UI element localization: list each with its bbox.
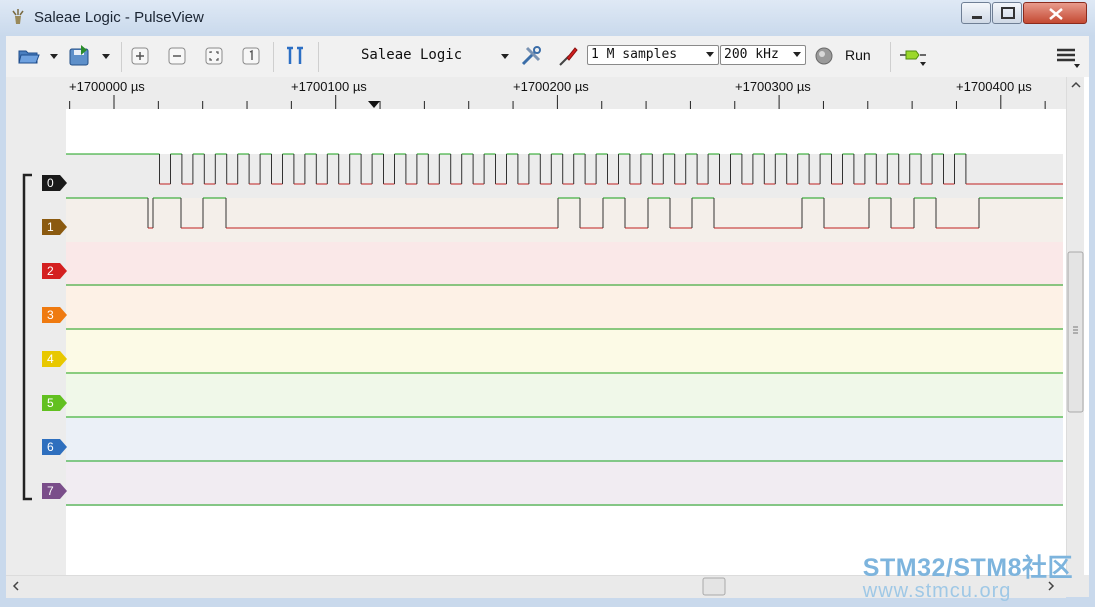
ruler-ticks: [69, 95, 1046, 109]
watermark-line-1: STM32/STM8社区: [862, 554, 1073, 582]
channel-badge-0[interactable]: 0: [42, 175, 68, 191]
toolbar-separator: [318, 42, 319, 72]
zoom-in-icon[interactable]: [128, 44, 152, 68]
chevron-down-icon: [706, 52, 714, 57]
cursor-icon[interactable]: [282, 44, 308, 68]
time-ruler[interactable]: +1700000 µs +1700100 µs +1700200 µs +170…: [6, 77, 1066, 109]
channel-label: 4: [47, 352, 54, 366]
close-button[interactable]: [1023, 2, 1087, 24]
add-decoder-icon[interactable]: [898, 44, 928, 68]
zoom-fit-icon[interactable]: [202, 44, 226, 68]
probe-icon[interactable]: [556, 44, 580, 68]
channel-label: 3: [47, 308, 54, 322]
channel-label: 0: [47, 176, 54, 190]
trigger-marker-icon: [368, 101, 380, 108]
maximize-button[interactable]: [992, 2, 1022, 24]
channel-group-bracket: [22, 173, 32, 501]
run-status-icon[interactable]: [814, 44, 834, 68]
main-toolbar: Saleae Logic 1 M samples 200 kHz Run: [6, 36, 1089, 78]
channel-badge-1[interactable]: 1: [42, 219, 68, 235]
save-icon[interactable]: [66, 44, 94, 68]
channel-label: 2: [47, 264, 54, 278]
save-dropdown-icon[interactable]: [100, 44, 112, 68]
open-dropdown-icon[interactable]: [48, 44, 60, 68]
channel-badge-5[interactable]: 5: [42, 395, 68, 411]
toolbar-separator: [273, 42, 274, 72]
sample-rate-select[interactable]: 200 kHz: [720, 45, 806, 65]
app-icon: [12, 9, 24, 24]
toolbar-separator: [890, 42, 891, 72]
menu-icon[interactable]: [1052, 44, 1082, 68]
vertical-scroll-thumb: [1067, 251, 1084, 413]
channel-badge-7[interactable]: 7: [42, 483, 68, 499]
window-frame-right: [1089, 36, 1095, 607]
channel-badge-3[interactable]: 3: [42, 307, 68, 323]
title-bar: Saleae Logic - PulseView: [0, 0, 1095, 37]
configure-device-icon[interactable]: [518, 44, 544, 68]
toolbar-separator: [121, 42, 122, 72]
sample-rate-value: 200 kHz: [724, 47, 779, 62]
device-dropdown-icon[interactable]: [498, 44, 512, 68]
channel-label: 5: [47, 396, 54, 410]
open-icon[interactable]: [16, 44, 42, 68]
channel-label: 6: [47, 440, 54, 454]
channel-badge-6[interactable]: 6: [42, 439, 68, 455]
channel-badge-4[interactable]: 4: [42, 351, 68, 367]
horizontal-scroll-thumb: [702, 577, 726, 596]
minimize-button[interactable]: [961, 2, 991, 24]
chevron-down-icon: [793, 52, 801, 57]
sample-count-value: 1 M samples: [591, 47, 678, 62]
window-title: Saleae Logic - PulseView: [34, 9, 204, 26]
channel-label: 1: [47, 220, 54, 234]
zoom-out-icon[interactable]: [165, 44, 189, 68]
device-name[interactable]: Saleae Logic: [361, 47, 462, 63]
run-button[interactable]: Run: [845, 47, 871, 63]
channel-badge-2[interactable]: 2: [42, 263, 68, 279]
waveforms: [66, 153, 1063, 506]
sample-count-select[interactable]: 1 M samples: [587, 45, 719, 65]
scroll-left-icon: [12, 581, 19, 591]
watermark: STM32/STM8社区 www.stmcu.org: [863, 548, 1073, 603]
channel-label: 7: [47, 484, 54, 498]
zoom-one-to-one-icon[interactable]: [239, 44, 263, 68]
vertical-scrollbar[interactable]: [1066, 77, 1084, 575]
scroll-up-icon: [1071, 81, 1081, 88]
